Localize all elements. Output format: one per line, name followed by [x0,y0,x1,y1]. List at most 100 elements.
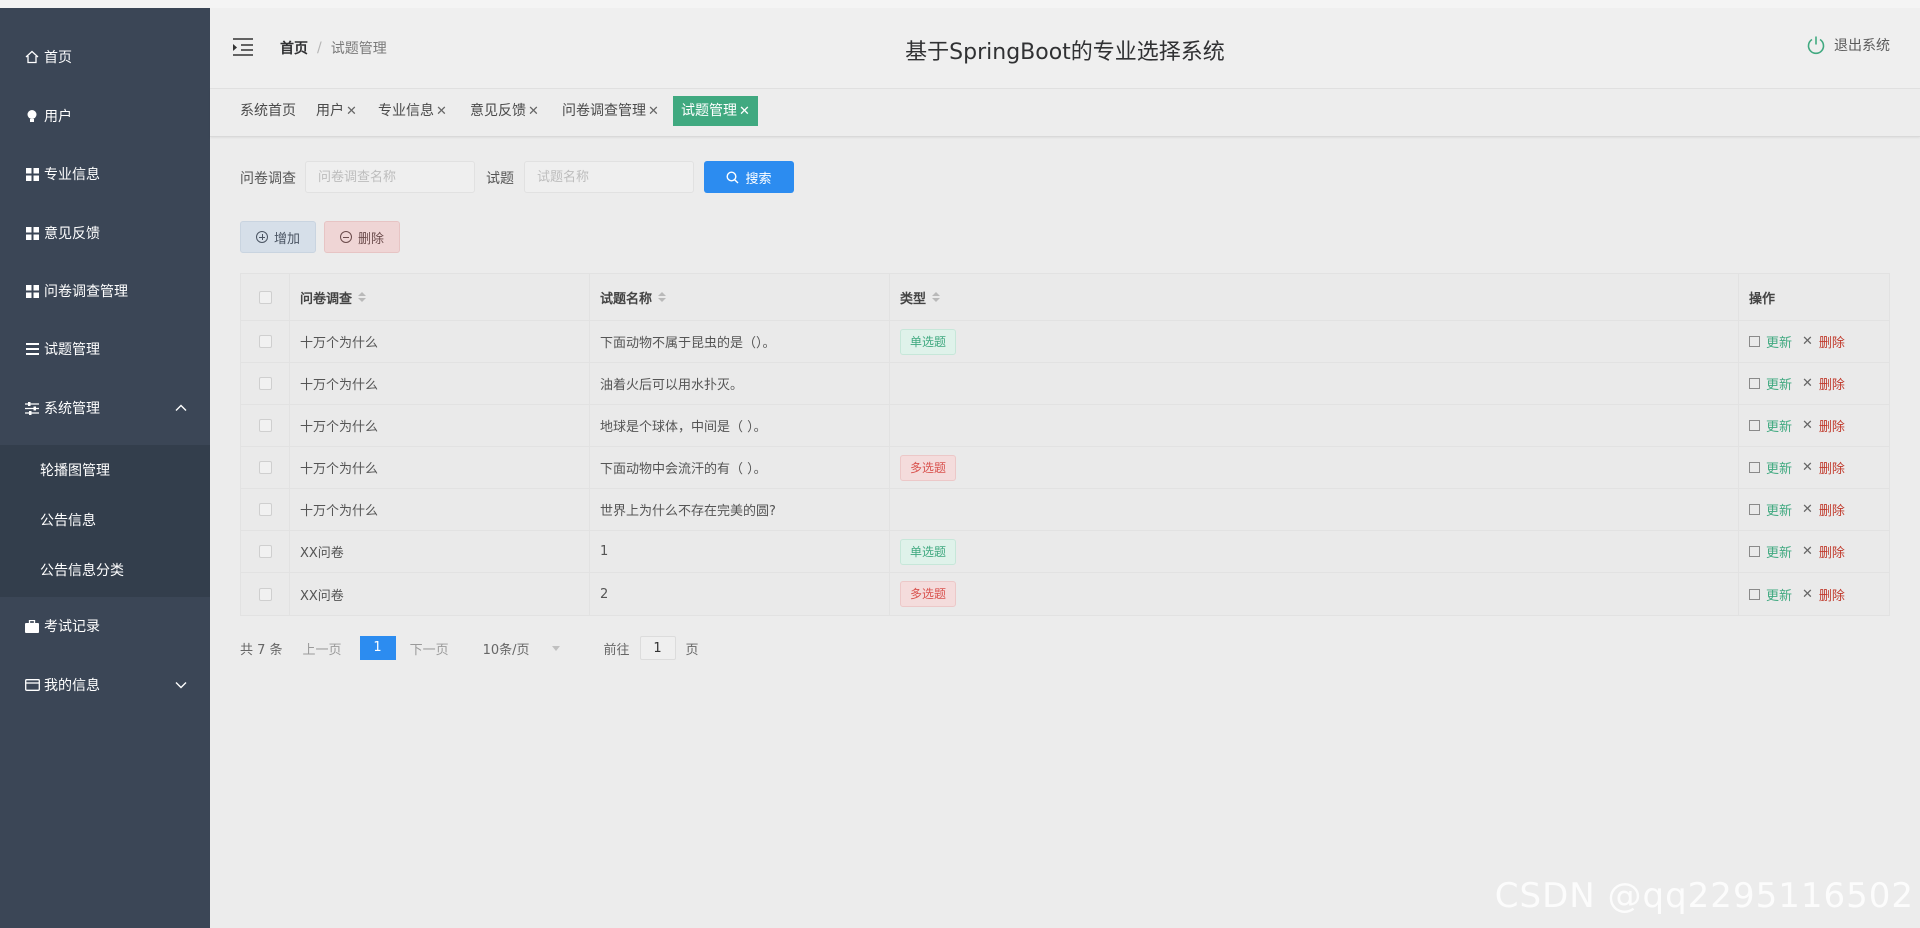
row-edit-button[interactable]: 更新 [1749,374,1792,393]
sidebar-item-home[interactable]: 首页 [0,28,210,86]
close-icon: ✕ [1802,586,1813,602]
sidebar-item-users[interactable]: 用户 [0,87,210,145]
delete-label: 删除 [1818,588,1845,604]
row-edit-button[interactable]: 更新 [1749,500,1792,519]
delete-button[interactable]: 删除 [324,221,400,253]
sidebar-item-questions[interactable]: 试题管理 [0,320,210,378]
submenu-item-carousel[interactable]: 轮播图管理 [0,445,210,495]
row-delete-button[interactable]: ✕ 删除 [1802,500,1845,519]
tab-home[interactable]: 系统首页 [232,96,304,126]
close-icon[interactable]: ✕ [346,104,357,119]
delete-button-label: 删除 [357,231,384,247]
survey-cell: 十万个为什么 [290,321,590,362]
sidebar-item-label: 系统管理 [44,401,100,417]
sidebar-item-exam-records[interactable]: 考试记录 [0,597,210,655]
goto-page-input[interactable] [639,636,676,660]
tab-label: 试题管理 [681,103,737,119]
row-actions-cell: 更新 ✕ 删除 [1739,573,1889,615]
tab-majors[interactable]: 专业信息 ✕ [370,96,455,126]
table-header: 问卷调查 试题名称 类型 操作 [241,274,1889,321]
tab-questions[interactable]: 试题管理 ✕ [673,96,758,126]
sort-icon[interactable] [658,292,667,302]
row-delete-button[interactable]: ✕ 删除 [1802,542,1845,561]
close-icon[interactable]: ✕ [528,104,539,119]
tab-surveys[interactable]: 问卷调查管理 ✕ [554,96,667,126]
row-delete-button[interactable]: ✕ 删除 [1802,416,1845,435]
edit-icon [1749,546,1760,557]
row-delete-button[interactable]: ✕ 删除 [1802,585,1845,604]
sidebar-item-majors[interactable]: 专业信息 [0,145,210,203]
survey-cell: XX问卷 [290,573,590,615]
add-button[interactable]: 增加 [240,221,316,253]
question-type-tag: 多选题 [900,581,957,607]
sidebar-item-label: 用户 [44,109,72,125]
edit-label: 更新 [1766,336,1793,351]
question-name-cell: 下面动物不属于昆虫的是（）。 [590,321,890,362]
table-row: 十万个为什么 世界上为什么不存在完美的圆? 更新 ✕ 删除 [241,489,1889,531]
pagination-total: 共 7 条 [240,642,283,658]
close-icon[interactable]: ✕ [739,104,750,119]
close-icon: ✕ [1802,544,1813,559]
survey-search-input[interactable] [305,161,475,193]
prev-page-button[interactable]: 上一页 [303,639,342,658]
sidebar-item-feedback[interactable]: 意见反馈 [0,204,210,262]
row-edit-button[interactable]: 更新 [1749,585,1792,604]
row-select-cell [241,531,290,572]
window-top-strip [0,0,1920,8]
row-select-cell [241,363,290,404]
tab-feedback[interactable]: 意见反馈 ✕ [462,96,547,126]
submenu-item-notice-categories[interactable]: 公告信息分类 [0,545,210,595]
sort-icon[interactable] [932,292,941,302]
search-button-label: 搜索 [745,171,772,187]
logout-button[interactable]: 退出系统 [1806,35,1890,55]
goto-suffix: 页 [685,642,699,658]
row-checkbox[interactable] [258,587,272,601]
page-size-value: 10条/页 [482,642,530,658]
add-button-label: 增加 [273,231,300,247]
edit-icon [1749,420,1760,431]
question-name-cell: 下面动物中会流汗的有（ ）。 [590,447,890,488]
question-type-tag: 单选题 [900,538,957,565]
row-checkbox[interactable] [258,503,272,516]
row-delete-button[interactable]: ✕ 删除 [1802,374,1845,393]
delete-label: 删除 [1818,546,1845,561]
question-name-cell: 地球是个球体，中间是（ ）。 [590,405,890,446]
edit-icon [1749,588,1760,600]
row-edit-button[interactable]: 更新 [1749,416,1792,435]
delete-label: 删除 [1818,504,1845,519]
sort-icon[interactable] [358,292,367,302]
tab-label: 意见反馈 [470,103,526,119]
row-checkbox[interactable] [258,461,272,474]
sidebar-item-my-info[interactable]: 我的信息 [0,656,210,714]
row-checkbox[interactable] [258,377,272,390]
row-select-cell [241,573,290,615]
next-page-button[interactable]: 下一页 [410,639,449,658]
row-edit-button[interactable]: 更新 [1749,458,1792,477]
question-search-input[interactable] [524,161,694,193]
survey-cell: 十万个为什么 [290,489,590,530]
tab-users[interactable]: 用户 ✕ [308,96,365,126]
search-button[interactable]: 搜索 [704,161,794,193]
sidebar-item-surveys[interactable]: 问卷调查管理 [0,262,210,320]
search-icon [726,170,739,183]
sidebar-item-system[interactable]: 系统管理 [0,379,210,437]
plus-circle-icon [255,231,268,243]
page-size-select[interactable]: 10条/页 [483,639,560,658]
select-all-checkbox[interactable] [258,290,272,304]
survey-cell: 十万个为什么 [290,447,590,488]
page-number-current[interactable]: 1 [359,636,396,660]
row-edit-button[interactable]: 更新 [1749,542,1792,561]
row-select-cell [241,321,290,362]
row-delete-button[interactable]: ✕ 删除 [1802,458,1845,477]
close-icon[interactable]: ✕ [648,104,659,119]
row-delete-button[interactable]: ✕ 删除 [1802,332,1845,351]
row-checkbox[interactable] [258,545,272,558]
row-checkbox[interactable] [258,419,272,432]
row-edit-button[interactable]: 更新 [1749,332,1792,351]
edit-icon [1749,504,1760,515]
row-checkbox[interactable] [258,335,272,348]
edit-label: 更新 [1766,504,1793,519]
close-icon[interactable]: ✕ [436,104,447,119]
chevron-up-icon [175,404,187,411]
submenu-item-notices[interactable]: 公告信息 [0,495,210,545]
